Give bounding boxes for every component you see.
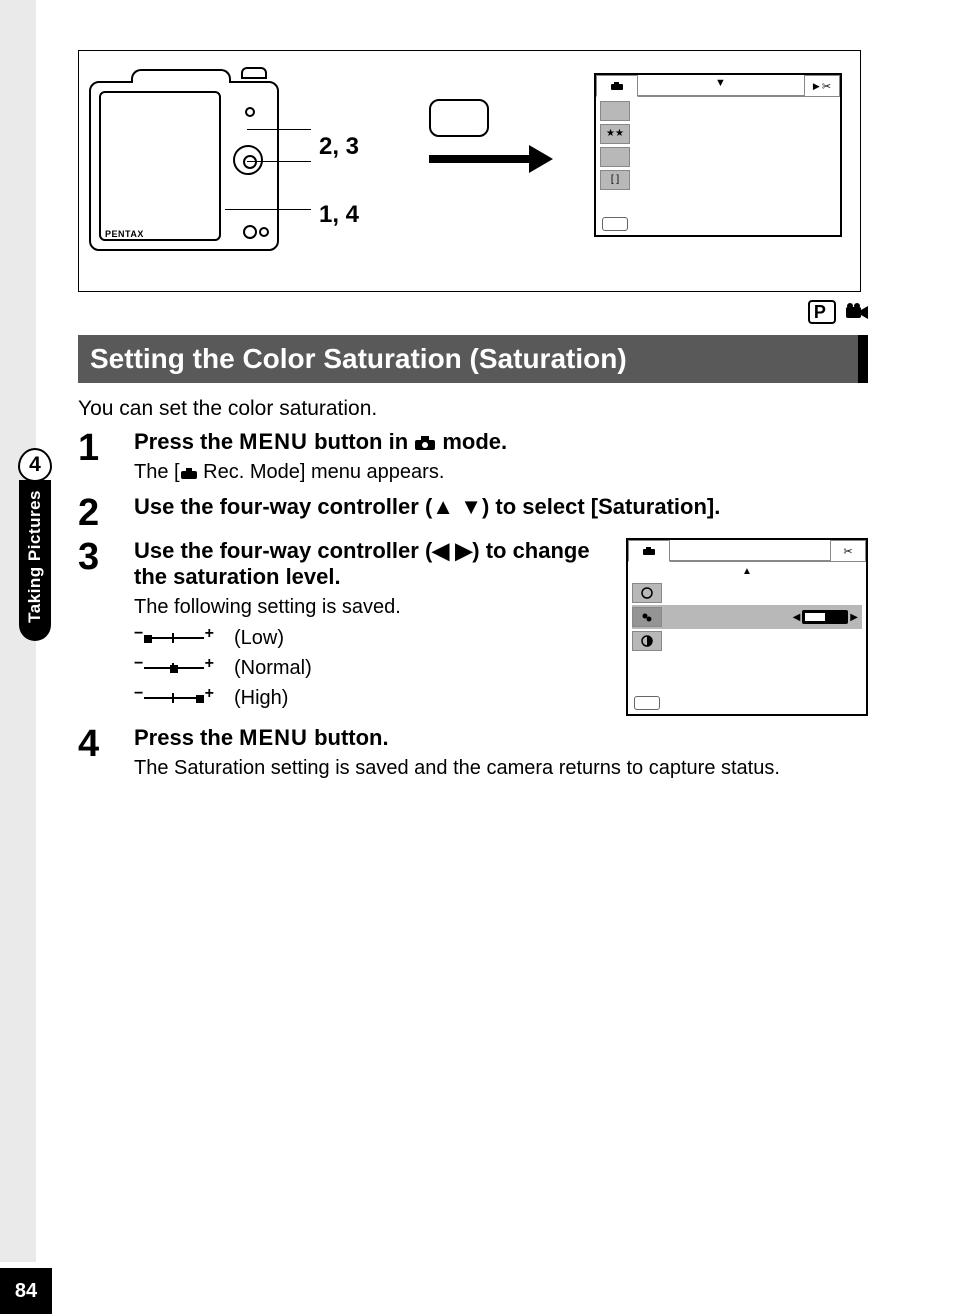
chapter-tab: 4 Taking Pictures: [16, 448, 56, 641]
right-arrow-icon: ▶: [455, 538, 472, 563]
left-arrow-icon: ◀: [432, 538, 449, 563]
leader-line: [247, 129, 311, 130]
step-title: Press the MENU button in mode.: [134, 429, 868, 455]
step-number: 3: [78, 538, 134, 713]
menu-item-icon: [600, 101, 630, 121]
up-arrow-icon: ▲: [432, 494, 454, 519]
camera-icon: [180, 467, 198, 480]
menu-word: MENU: [239, 429, 308, 454]
tab-arrow-icon: ▶: [813, 81, 820, 92]
text: Use the four-way controller (: [134, 494, 432, 519]
menu-item-contrast: [632, 629, 862, 653]
menu-item-icon: ★★: [600, 124, 630, 144]
chapter-label: Taking Pictures: [25, 490, 45, 623]
lcd-screen-after: ✂ ▲: [626, 538, 868, 716]
menu-button-icon: [429, 99, 489, 137]
step-subtext: The [ Rec. Mode] menu appears.: [134, 461, 868, 484]
step-2: 2 Use the four-way controller (▲ ▼) to s…: [78, 494, 868, 532]
contrast-icon: [632, 631, 662, 651]
intro-text: You can set the color saturation.: [78, 397, 868, 421]
applicable-modes: P: [78, 298, 868, 325]
chapter-number: 4: [18, 448, 52, 482]
saturation-value-control: ◀ ▶: [793, 610, 858, 624]
step-1: 1 Press the MENU button in mode. The [ R…: [78, 429, 868, 484]
callout-bottom: 1, 4: [319, 201, 359, 229]
tools-icon: ✂: [843, 545, 852, 558]
page-content: PENTAX 2, 3 1, 4: [78, 50, 868, 780]
camera-icon: [642, 546, 656, 556]
step-title: Press the MENU button.: [134, 725, 868, 751]
camera-icon: [414, 435, 436, 451]
sharpness-icon: [632, 583, 662, 603]
arrow-right-icon: [429, 155, 529, 163]
callout-top: 2, 3: [319, 133, 359, 161]
menu-item-sharpness: [632, 581, 862, 605]
text: Press the: [134, 429, 239, 454]
step-title: Use the four-way controller (▲ ▼) to sel…: [134, 494, 868, 520]
tab-setup: ▶ ✂: [804, 75, 840, 96]
text: Use the four-way controller (: [134, 538, 432, 563]
right-arrow-icon: ▶: [850, 612, 858, 623]
up-scroll-icon: ▲: [742, 566, 752, 577]
tools-icon: ✂: [822, 80, 831, 93]
level-label: (Normal): [234, 657, 312, 680]
camera-illustration: PENTAX: [89, 81, 279, 251]
menu-word: MENU: [239, 725, 308, 750]
movie-mode-icon: [846, 299, 868, 324]
program-mode-icon: P: [808, 300, 836, 324]
text: mode.: [436, 429, 507, 454]
text: ) to select [Saturation].: [482, 494, 720, 519]
menu-list: ★★ [ ]: [596, 97, 840, 191]
text: The [: [134, 461, 180, 483]
camera-icon: [610, 81, 624, 91]
leader-line: [247, 161, 311, 162]
steps-list: 1 Press the MENU button in mode. The [ R…: [78, 429, 868, 780]
tab-rec-mode: [628, 540, 670, 562]
level-indicator: [802, 610, 848, 624]
step-number: 1: [78, 429, 134, 484]
section-title: Setting the Color Saturation (Saturation…: [78, 335, 868, 383]
menu-indicator-icon: [602, 217, 628, 231]
lcd-screen-before: ▼ ▶ ✂ ★★ [ ]: [594, 73, 842, 237]
leader-line: [225, 209, 311, 210]
down-arrow-icon: ▼: [460, 494, 482, 519]
text: button.: [308, 725, 389, 750]
menu-item-icon: [ ]: [600, 170, 630, 190]
text: Press the: [134, 725, 239, 750]
menu-item-icon: [600, 147, 630, 167]
step-title: Use the four-way controller (◀ ▶) to cha…: [134, 538, 614, 590]
menu-indicator-icon: [634, 696, 660, 710]
illustration-panel: PENTAX 2, 3 1, 4: [78, 50, 861, 292]
step-number: 2: [78, 494, 134, 532]
level-label: (High): [234, 687, 288, 710]
manual-page: 4 Taking Pictures PENTAX: [0, 0, 954, 1314]
left-arrow-icon: ◀: [793, 612, 801, 623]
step-number: 4: [78, 725, 134, 780]
step-4: 4 Press the MENU button. The Saturation …: [78, 725, 868, 780]
tab-rec-mode: [596, 75, 638, 97]
camera-brand: PENTAX: [105, 229, 144, 239]
level-label: (Low): [234, 627, 284, 650]
down-arrow-icon: ▼: [715, 77, 726, 89]
page-number: 84: [0, 1268, 52, 1314]
menu-item-saturation-selected: ◀ ▶: [632, 605, 862, 629]
text: button in: [308, 429, 414, 454]
saturation-icon: [632, 607, 662, 627]
step-3: 3 Use the four-way controller (◀ ▶) to c…: [78, 538, 868, 713]
chapter-label-bar: Taking Pictures: [19, 480, 51, 641]
tab-setup: ✂: [830, 540, 866, 561]
step-subtext: The Saturation setting is saved and the …: [134, 757, 834, 780]
text: Rec. Mode] menu appears.: [198, 461, 445, 483]
